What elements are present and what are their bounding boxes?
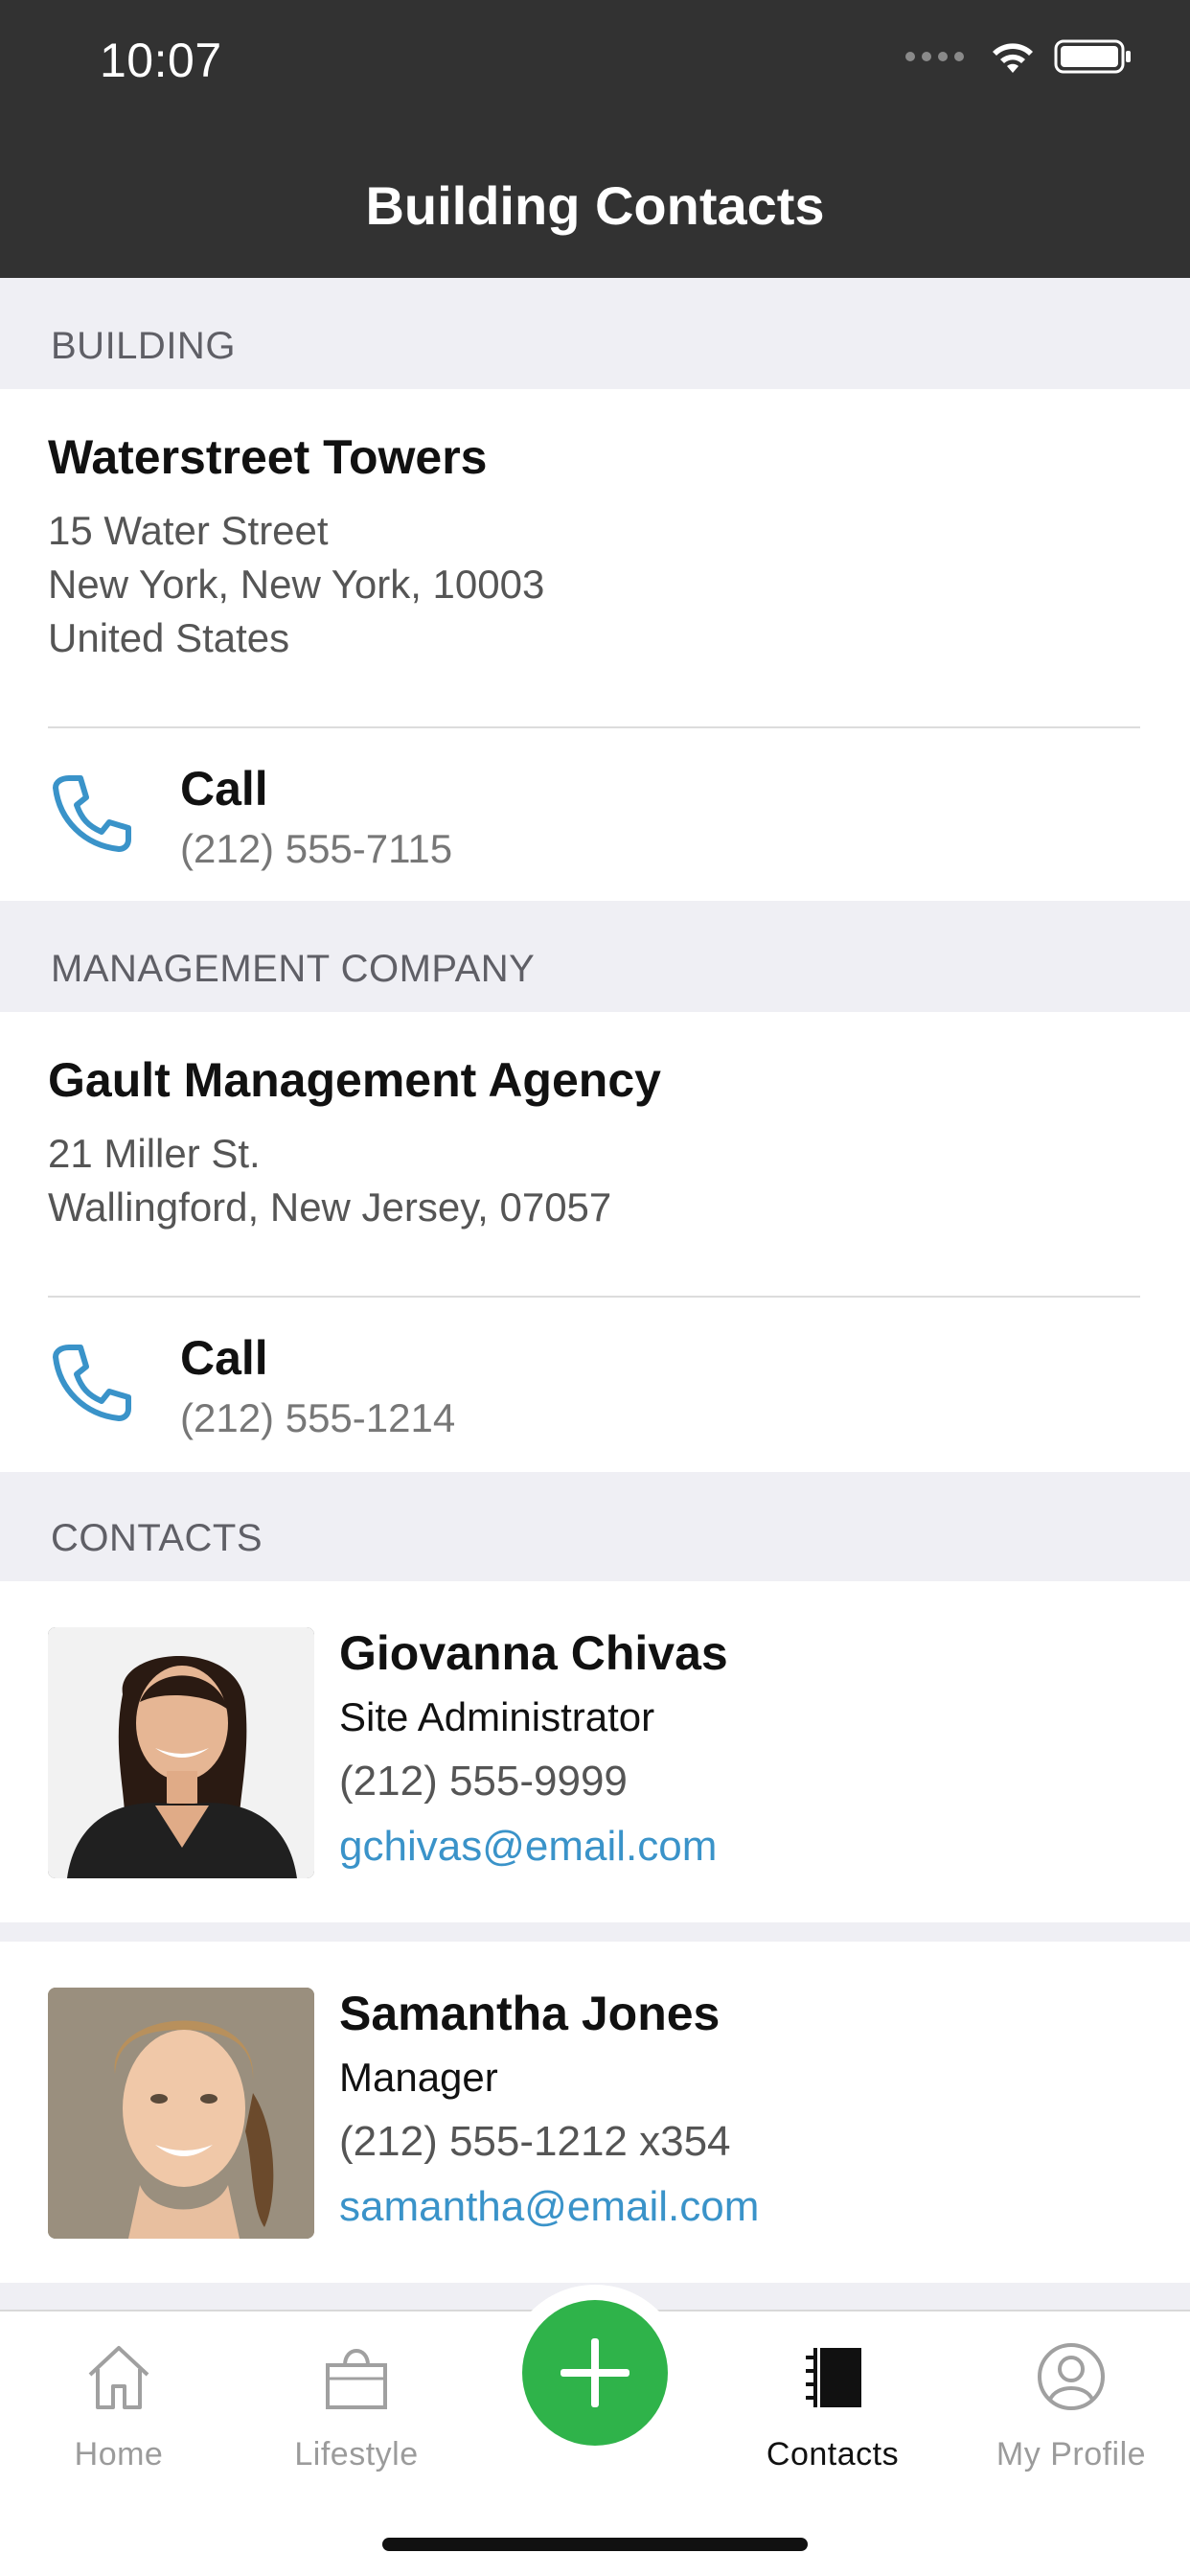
contact-name: Giovanna Chivas [339, 1626, 728, 1680]
battery-icon [1054, 39, 1131, 74]
tab-label: Lifestyle [294, 2436, 419, 2472]
tab-home[interactable]: Home [0, 2312, 238, 2503]
contact-email[interactable]: gchivas@email.com [339, 1823, 717, 1871]
tab-label: Home [74, 2436, 164, 2472]
management-card: Gault Management Agency 21 Miller St. Wa… [0, 1012, 1190, 1472]
phone-icon [53, 1345, 131, 1421]
building-address-line1: 15 Water Street [48, 508, 329, 553]
building-name: Waterstreet Towers [48, 430, 488, 484]
section-header-building: BUILDING [0, 278, 1190, 389]
building-call-row[interactable]: Call (212) 555-7115 [0, 728, 1190, 901]
tab-lifestyle[interactable]: Lifestyle [238, 2312, 475, 2503]
add-button[interactable] [522, 2300, 668, 2446]
home-icon [88, 2346, 149, 2409]
building-card: Waterstreet Towers 15 Water Street New Y… [0, 389, 1190, 901]
status-time: 10:07 [100, 34, 222, 87]
contact-name: Samantha Jones [339, 1987, 721, 2040]
avatar [48, 1627, 314, 1878]
call-label: Call [180, 762, 268, 816]
contact-email[interactable]: samantha@email.com [339, 2183, 759, 2231]
section-header-contacts: CONTACTS [0, 1472, 1190, 1581]
management-name: Gault Management Agency [48, 1053, 661, 1107]
section-title: BUILDING [51, 325, 236, 367]
building-phone: (212) 555-7115 [180, 826, 453, 871]
contact-role: Manager [339, 2055, 498, 2100]
call-label: Call [180, 1331, 268, 1385]
phone-icon [53, 775, 131, 852]
contact-card[interactable]: Giovanna Chivas Site Administrator (212)… [0, 1581, 1190, 1922]
management-address-line1: 21 Miller St. [48, 1131, 261, 1176]
address-book-icon [806, 2348, 861, 2407]
home-indicator[interactable] [382, 2538, 808, 2551]
building-address-line3: United States [48, 615, 290, 660]
management-phone: (212) 555-1214 [180, 1395, 456, 1440]
signal-icon [905, 52, 964, 61]
section-header-management: MANAGEMENT COMPANY [0, 901, 1190, 1012]
tab-label: My Profile [995, 2436, 1147, 2472]
tab-bar: Home Lifestyle Contacts My Profile [0, 2285, 1190, 2576]
contact-phone[interactable]: (212) 555-1212 x354 [339, 2118, 731, 2166]
profile-icon [1038, 2343, 1105, 2410]
status-indicators [905, 38, 1133, 75]
contact-phone[interactable]: (212) 555-9999 [339, 1758, 628, 1806]
management-call-row[interactable]: Call (212) 555-1214 [0, 1298, 1190, 1472]
section-title: MANAGEMENT COMPANY [51, 948, 536, 990]
tab-contacts[interactable]: Contacts [714, 2312, 951, 2503]
building-address-line2: New York, New York, 10003 [48, 562, 545, 607]
shopping-bag-icon [326, 2349, 387, 2409]
tab-label: Contacts [766, 2436, 900, 2472]
page-title: Building Contacts [365, 175, 825, 236]
avatar [48, 1988, 314, 2239]
wifi-icon [993, 43, 1033, 73]
contact-card[interactable]: Samantha Jones Manager (212) 555-1212 x3… [0, 1942, 1190, 2283]
section-title: CONTACTS [51, 1517, 263, 1559]
management-address-line2: Wallingford, New Jersey, 07057 [48, 1184, 612, 1230]
tab-my-profile[interactable]: My Profile [952, 2312, 1190, 2503]
navigation-bar: 10:07 Building Contacts [0, 0, 1190, 278]
contact-role: Site Administrator [339, 1694, 655, 1739]
